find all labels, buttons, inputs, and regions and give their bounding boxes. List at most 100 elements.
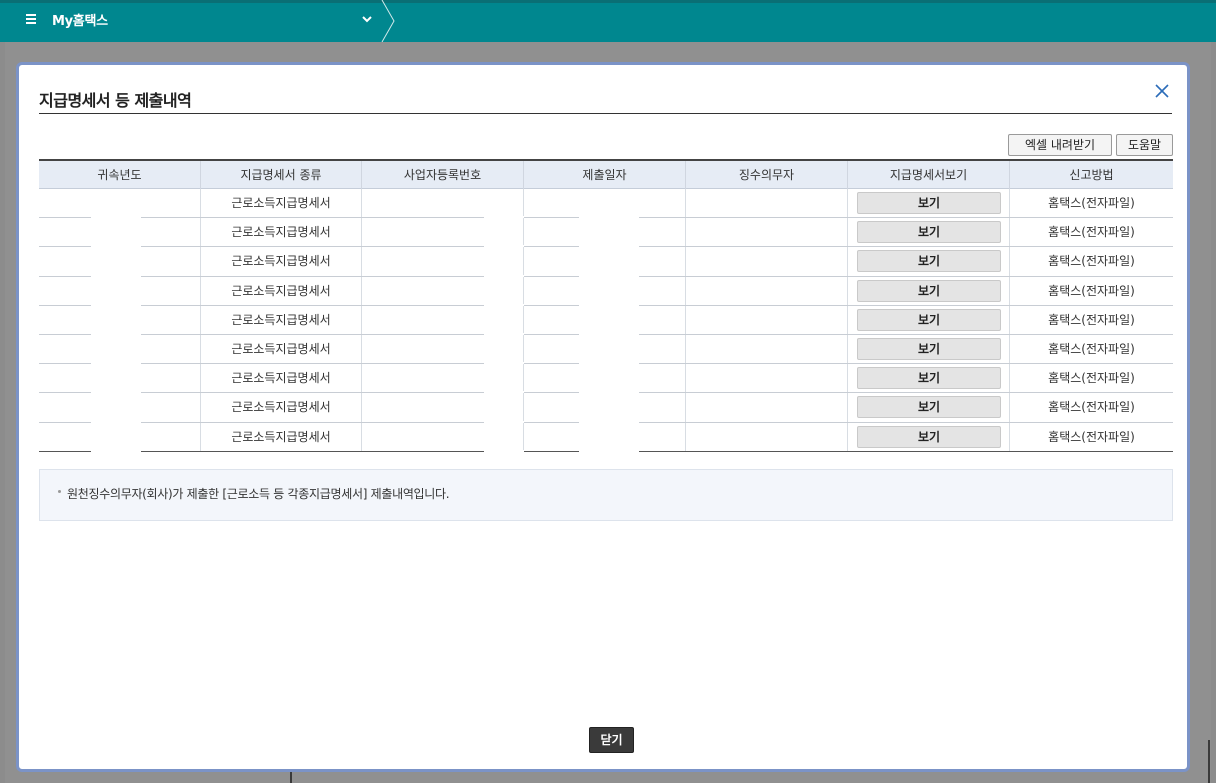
cell-submit-date bbox=[523, 305, 685, 334]
masked-area bbox=[484, 449, 524, 452]
cell-withholder bbox=[685, 276, 847, 305]
masked-area bbox=[579, 449, 639, 452]
cell-type: 근로소득지급명세서 bbox=[200, 334, 361, 364]
cell-withholder bbox=[685, 393, 847, 422]
close-button[interactable]: 닫기 bbox=[589, 727, 634, 753]
table-row: 근로소득지급명세서 보기 홈택스(전자파일) bbox=[39, 393, 1173, 423]
cell-type: 근로소득지급명세서 bbox=[200, 393, 361, 422]
header-withholder[interactable]: 징수의무자 bbox=[685, 161, 847, 189]
cell-type: 근로소득지급명세서 bbox=[200, 218, 361, 247]
view-statement-button[interactable]: 보기 bbox=[857, 425, 1001, 448]
cell-submit-date bbox=[523, 334, 685, 364]
topbar-strip bbox=[0, 0, 1216, 3]
cell-submit-date bbox=[523, 218, 685, 247]
cell-type: 근로소득지급명세서 bbox=[200, 276, 361, 305]
cell-submit-date bbox=[523, 247, 685, 276]
cell-submit-date bbox=[523, 189, 685, 218]
cell-year bbox=[39, 393, 200, 421]
cell-withholder bbox=[685, 364, 847, 393]
cell-business-number bbox=[361, 305, 523, 334]
cell-type: 근로소득지급명세서 bbox=[200, 305, 361, 334]
view-statement-button[interactable]: 보기 bbox=[857, 396, 1001, 419]
dialog-title: 지급명세서 등 제출내역 bbox=[39, 91, 192, 110]
cell-type: 근로소득지급명세서 bbox=[200, 422, 361, 451]
table-row: 근로소득지급명세서 보기 홈택스(전자파일) bbox=[39, 218, 1173, 248]
view-statement-button[interactable]: 보기 bbox=[857, 250, 1001, 273]
cell-withholder bbox=[685, 422, 847, 451]
cell-submit-date bbox=[523, 393, 685, 422]
header-type[interactable]: 지급명세서 종류 bbox=[200, 161, 361, 189]
cell-year bbox=[39, 364, 200, 392]
excel-download-button[interactable]: 엑셀 내려받기 bbox=[1008, 134, 1112, 156]
cell-business-number bbox=[361, 276, 523, 305]
cell-method: 홈택스(전자파일) bbox=[1009, 247, 1173, 276]
cell-method: 홈택스(전자파일) bbox=[1009, 189, 1173, 218]
header-year[interactable]: 귀속년도 bbox=[39, 161, 200, 189]
table-header: 귀속년도 지급명세서 종류 사업자등록번호 제출일자 징수의무자 지급명세서보기… bbox=[39, 159, 1173, 189]
masked-area bbox=[91, 449, 141, 452]
view-statement-button[interactable]: 보기 bbox=[857, 337, 1001, 360]
topbar-title[interactable]: My홈택스 bbox=[52, 10, 108, 29]
cell-business-number bbox=[361, 218, 523, 247]
cell-submit-date bbox=[523, 422, 685, 451]
cell-withholder bbox=[685, 305, 847, 334]
table-row: 근로소득지급명세서 보기 홈택스(전자파일) bbox=[39, 189, 1173, 219]
table-row: 근로소득지급명세서 보기 홈택스(전자파일) bbox=[39, 364, 1173, 394]
cell-year bbox=[39, 423, 200, 451]
close-icon[interactable] bbox=[1152, 81, 1172, 101]
cell-submit-date bbox=[523, 276, 685, 305]
cell-business-number bbox=[361, 189, 523, 218]
title-divider bbox=[39, 113, 1172, 114]
info-notice: 원천징수의무자(회사)가 제출한 [근로소득 등 각종지급명세서] 제출내역입니… bbox=[39, 469, 1173, 521]
view-statement-button[interactable]: 보기 bbox=[857, 308, 1001, 331]
cell-type: 근로소득지급명세서 bbox=[200, 247, 361, 276]
info-text: 원천징수의무자(회사)가 제출한 [근로소득 등 각종지급명세서] 제출내역입니… bbox=[67, 487, 450, 501]
cell-year bbox=[39, 306, 200, 334]
cell-year bbox=[39, 189, 200, 217]
header-method[interactable]: 신고방법 bbox=[1009, 161, 1173, 189]
help-button[interactable]: 도움말 bbox=[1116, 134, 1173, 156]
cell-business-number bbox=[361, 422, 523, 451]
header-business-number[interactable]: 사업자등록번호 bbox=[361, 161, 523, 189]
view-statement-button[interactable]: 보기 bbox=[857, 192, 1001, 214]
cell-method: 홈택스(전자파일) bbox=[1009, 276, 1173, 305]
cell-year bbox=[39, 218, 200, 246]
view-statement-button[interactable]: 보기 bbox=[857, 279, 1001, 302]
bullet-icon bbox=[58, 490, 61, 493]
cell-type: 근로소득지급명세서 bbox=[200, 189, 361, 218]
table-body: 근로소득지급명세서 보기 홈택스(전자파일) 근로소득지급명세서 보기 홈택스(전자파일)… bbox=[39, 189, 1173, 452]
cell-withholder bbox=[685, 189, 847, 218]
cell-withholder bbox=[685, 247, 847, 276]
top-navigation-bar: My홈택스 bbox=[0, 0, 1216, 42]
cell-year bbox=[39, 335, 200, 363]
cell-method: 홈택스(전자파일) bbox=[1009, 334, 1173, 364]
cell-withholder bbox=[685, 218, 847, 247]
view-statement-button[interactable]: 보기 bbox=[857, 367, 1001, 390]
view-statement-button[interactable]: 보기 bbox=[857, 221, 1001, 244]
table-row: 근로소득지급명세서 보기 홈택스(전자파일) bbox=[39, 422, 1173, 452]
chevron-down-icon[interactable] bbox=[360, 12, 374, 26]
header-view[interactable]: 지급명세서보기 bbox=[847, 161, 1009, 189]
cell-withholder bbox=[685, 334, 847, 364]
background-divider bbox=[1208, 740, 1210, 783]
breadcrumb-separator-icon bbox=[381, 0, 395, 42]
cell-method: 홈택스(전자파일) bbox=[1009, 364, 1173, 393]
table-row: 근로소득지급명세서 보기 홈택스(전자파일) bbox=[39, 247, 1173, 277]
cell-business-number bbox=[361, 247, 523, 276]
hamburger-menu-icon[interactable] bbox=[26, 14, 38, 26]
cell-year bbox=[39, 247, 200, 275]
cell-year bbox=[39, 277, 200, 305]
header-submit-date[interactable]: 제출일자 bbox=[523, 161, 685, 189]
table-row: 근로소득지급명세서 보기 홈택스(전자파일) bbox=[39, 305, 1173, 335]
cell-submit-date bbox=[523, 364, 685, 393]
cell-method: 홈택스(전자파일) bbox=[1009, 218, 1173, 247]
cell-method: 홈택스(전자파일) bbox=[1009, 305, 1173, 334]
cell-method: 홈택스(전자파일) bbox=[1009, 393, 1173, 422]
cell-type: 근로소득지급명세서 bbox=[200, 364, 361, 393]
table-row: 근로소득지급명세서 보기 홈택스(전자파일) bbox=[39, 334, 1173, 365]
cell-business-number bbox=[361, 334, 523, 364]
cell-method: 홈택스(전자파일) bbox=[1009, 422, 1173, 451]
cell-business-number bbox=[361, 364, 523, 393]
submission-history-dialog: 지급명세서 등 제출내역 엑셀 내려받기 도움말 귀속년도 지급명세서 종류 사… bbox=[16, 62, 1190, 772]
cell-business-number bbox=[361, 393, 523, 422]
